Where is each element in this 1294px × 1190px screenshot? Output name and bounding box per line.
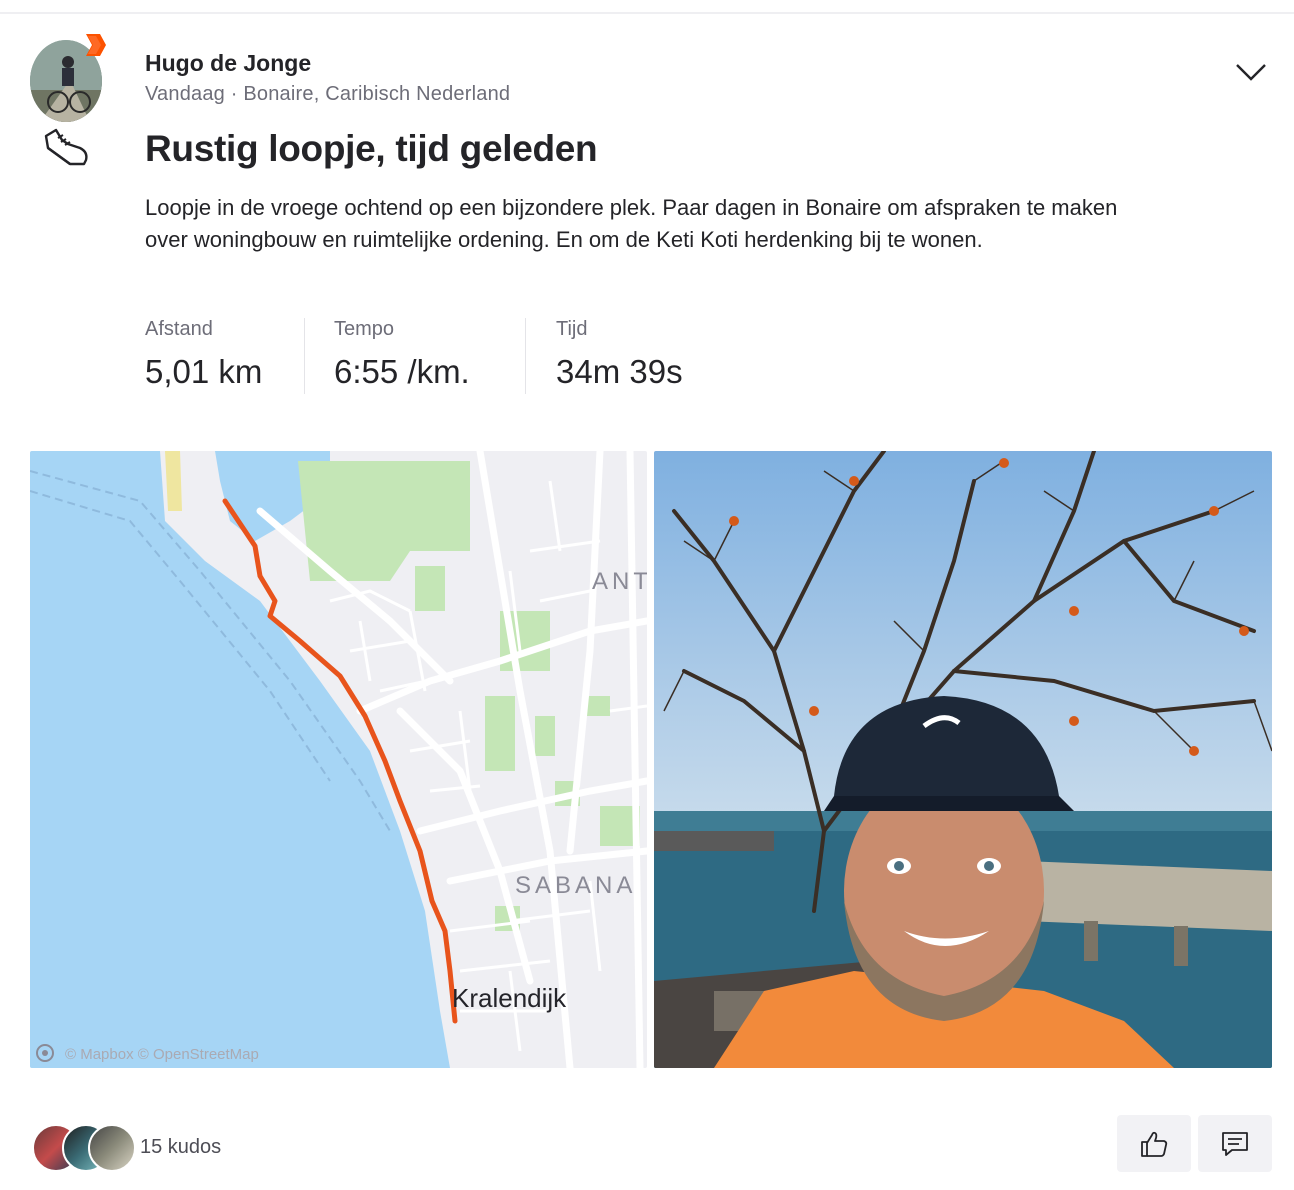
subscriber-badge-icon [86, 34, 106, 56]
thumbs-up-icon [1141, 1131, 1168, 1157]
chevron-down-icon[interactable] [1234, 60, 1268, 84]
stat-distance: Afstand 5,01 km [145, 318, 262, 391]
activity-photo[interactable] [654, 451, 1272, 1068]
athlete-name[interactable]: Hugo de Jonge [145, 50, 311, 77]
map-label-district: SABANA [515, 872, 636, 899]
stat-value: 5,01 km [145, 353, 263, 390]
stat-time: Tijd 34m 39s [556, 318, 683, 391]
comment-button[interactable] [1198, 1115, 1272, 1172]
activity-description: Loopje in de vroege ochtend op een bijzo… [145, 195, 1118, 252]
kudo-avatars[interactable] [30, 1124, 136, 1172]
map-label-city: Kralendijk [452, 983, 567, 1013]
feed-top-divider [0, 12, 1294, 14]
activity-title[interactable]: Rustig loopje, tijd geleden [145, 128, 598, 170]
stat-divider [304, 318, 305, 394]
activity-meta: Vandaag · Bonaire, Caribisch Nederland [145, 83, 511, 105]
kudos-count[interactable]: 15 kudos [140, 1136, 221, 1159]
map-attribution[interactable]: © Mapbox © OpenStreetMap [65, 1046, 259, 1063]
stat-label: Tijd [556, 318, 588, 340]
stat-label: Afstand [145, 318, 213, 340]
athlete-avatar[interactable] [30, 34, 106, 122]
stat-divider [525, 318, 526, 394]
map-label-district: ANT [592, 568, 647, 595]
stat-pace: Tempo 6:55 /km. [334, 318, 470, 391]
avatar [88, 1124, 136, 1172]
give-kudos-button[interactable] [1117, 1115, 1191, 1172]
stat-value: 6:55 /km. [334, 353, 470, 390]
running-shoe-icon [44, 128, 88, 166]
route-map[interactable]: ANT SABANA Kralendijk © Mapbox © OpenStr… [30, 451, 647, 1068]
stat-label: Tempo [334, 318, 395, 340]
stat-value: 34m 39s [556, 353, 683, 390]
comment-icon [1222, 1131, 1248, 1156]
